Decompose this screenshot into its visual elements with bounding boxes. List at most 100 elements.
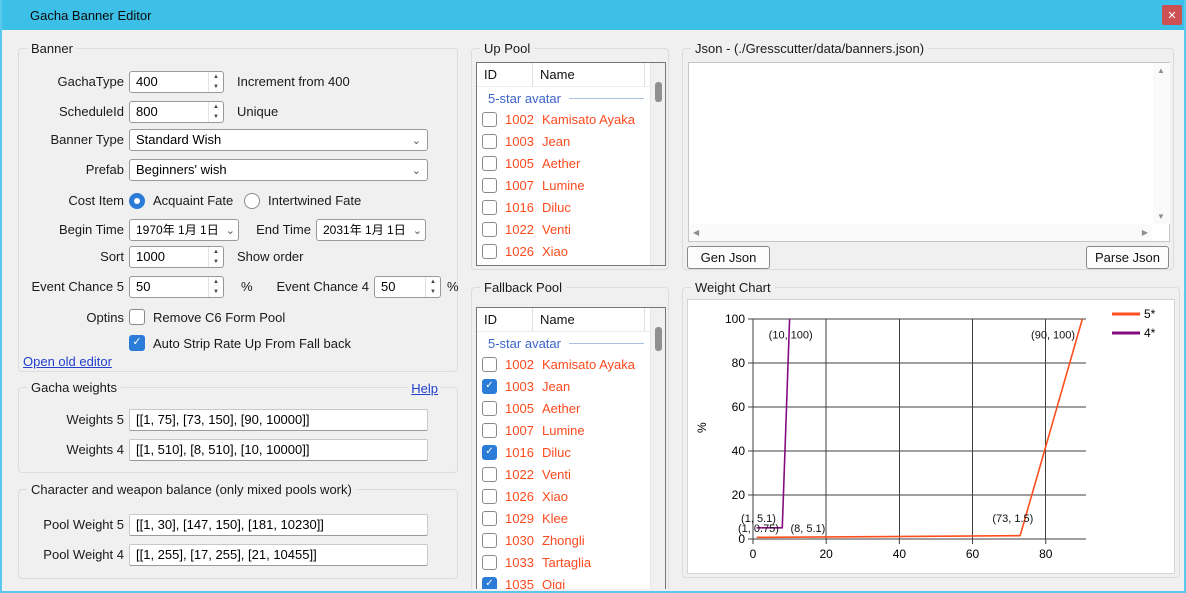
scheduleid-spinner[interactable]: 800 ▲▼ bbox=[129, 101, 224, 123]
weights5-input[interactable]: [[1, 75], [73, 150], [90, 10000]] bbox=[129, 409, 428, 431]
fallback-pool-list[interactable]: ID Name 5-star avatar 1002 Kamisato Ayak… bbox=[476, 307, 666, 589]
row-checkbox[interactable] bbox=[482, 489, 497, 504]
column-header-name[interactable]: Name bbox=[533, 63, 645, 86]
event-chance-4-spinner[interactable]: 50 ▲▼ bbox=[374, 276, 441, 298]
spin-up-icon[interactable]: ▲ bbox=[209, 247, 223, 257]
row-checkbox[interactable] bbox=[482, 156, 497, 171]
gachatype-spinner[interactable]: 400 ▲▼ bbox=[129, 71, 224, 93]
titlebar[interactable]: Gacha Banner Editor ✕ bbox=[0, 0, 1186, 30]
pool-weight5-label: Pool Weight 5 bbox=[19, 514, 124, 536]
optins-row-2: Auto Strip Rate Up From Fall back bbox=[19, 333, 457, 355]
pool-row[interactable]: 1003 Jean bbox=[477, 131, 650, 153]
begin-time-value: 1970年 1月 1日 bbox=[136, 220, 219, 240]
row-checkbox[interactable] bbox=[482, 134, 497, 149]
row-checkbox[interactable] bbox=[482, 244, 497, 259]
parse-json-button[interactable]: Parse Json bbox=[1086, 246, 1169, 269]
pool-weight5-input[interactable]: [[1, 30], [147, 150], [181, 10230]] bbox=[129, 514, 428, 536]
spin-down-icon[interactable]: ▼ bbox=[209, 112, 223, 122]
row-checkbox[interactable] bbox=[482, 467, 497, 482]
auto-strip-checkbox[interactable] bbox=[129, 335, 145, 351]
pool-row[interactable]: 1005 Aether bbox=[477, 153, 650, 175]
up-pool-scrollbar[interactable] bbox=[650, 63, 665, 265]
scrollbar-thumb[interactable] bbox=[655, 327, 662, 351]
pool-row[interactable]: 1002 Kamisato Ayaka bbox=[477, 354, 650, 376]
spin-down-icon[interactable]: ▼ bbox=[209, 257, 223, 267]
column-header-name[interactable]: Name bbox=[533, 308, 645, 331]
scroll-up-icon[interactable]: ▲ bbox=[1157, 66, 1165, 75]
pool-row[interactable]: 1016 Diluc bbox=[477, 197, 650, 219]
pool-row[interactable]: 1005 Aether bbox=[477, 398, 650, 420]
remove-c6-checkbox[interactable] bbox=[129, 309, 145, 325]
pool-row[interactable]: 1022 Venti bbox=[477, 219, 650, 241]
scroll-right-icon[interactable]: ▶ bbox=[1142, 228, 1148, 237]
row-name: Xiao bbox=[542, 486, 568, 508]
row-checkbox[interactable] bbox=[482, 357, 497, 372]
prefab-row: Prefab Beginners' wish ⌄ bbox=[19, 159, 457, 181]
row-checkbox[interactable] bbox=[482, 222, 497, 237]
pool-row[interactable]: 1022 Venti bbox=[477, 464, 650, 486]
weights4-input[interactable]: [[1, 510], [8, 510], [10, 10000]] bbox=[129, 439, 428, 461]
pool-row[interactable]: 1026 Xiao bbox=[477, 241, 650, 263]
column-header-id[interactable]: ID bbox=[477, 308, 533, 331]
row-checkbox[interactable] bbox=[482, 577, 497, 589]
spin-down-icon[interactable]: ▼ bbox=[209, 287, 223, 297]
sort-spinner[interactable]: 1000 ▲▼ bbox=[129, 246, 224, 268]
spin-up-icon[interactable]: ▲ bbox=[209, 102, 223, 112]
sort-spin-buttons[interactable]: ▲▼ bbox=[208, 247, 223, 267]
row-checkbox[interactable] bbox=[482, 178, 497, 193]
gachatype-spin-buttons[interactable]: ▲▼ bbox=[208, 72, 223, 92]
pool-row[interactable]: 1002 Kamisato Ayaka bbox=[477, 109, 650, 131]
banner-type-select[interactable]: Standard Wish ⌄ bbox=[129, 129, 428, 151]
row-checkbox[interactable] bbox=[482, 200, 497, 215]
row-checkbox[interactable] bbox=[482, 445, 497, 460]
scroll-down-icon[interactable]: ▼ bbox=[1157, 212, 1165, 221]
up-pool-list[interactable]: ID Name 5-star avatar 1002 Kamisato Ayak… bbox=[476, 62, 666, 266]
pool-row[interactable]: 1016 Diluc bbox=[477, 442, 650, 464]
banner-type-row: Banner Type Standard Wish ⌄ bbox=[19, 129, 457, 151]
scroll-left-icon[interactable]: ◀ bbox=[693, 228, 699, 237]
open-old-editor-link[interactable]: Open old editor bbox=[23, 354, 112, 369]
spin-down-icon[interactable]: ▼ bbox=[209, 82, 223, 92]
pool-row[interactable]: 1029 Klee bbox=[477, 508, 650, 530]
help-link[interactable]: Help bbox=[408, 381, 441, 396]
section-divider-line bbox=[569, 343, 644, 344]
gen-json-button[interactable]: Gen Json bbox=[687, 246, 770, 269]
row-checkbox[interactable] bbox=[482, 423, 497, 438]
row-checkbox[interactable] bbox=[482, 401, 497, 416]
row-checkbox[interactable] bbox=[482, 379, 497, 394]
prefab-select[interactable]: Beginners' wish ⌄ bbox=[129, 159, 428, 181]
row-checkbox[interactable] bbox=[482, 511, 497, 526]
pool-row[interactable]: 1003 Jean bbox=[477, 376, 650, 398]
intertwined-fate-radio[interactable] bbox=[244, 193, 260, 209]
pool-row[interactable]: 1035 Qiqi bbox=[477, 574, 650, 589]
acquaint-fate-radio[interactable] bbox=[129, 193, 145, 209]
row-checkbox[interactable] bbox=[482, 533, 497, 548]
pool-row[interactable]: 1007 Lumine bbox=[477, 420, 650, 442]
scrollbar-thumb[interactable] bbox=[655, 82, 662, 102]
spin-down-icon[interactable]: ▼ bbox=[426, 287, 440, 297]
spin-up-icon[interactable]: ▲ bbox=[209, 72, 223, 82]
column-header-id[interactable]: ID bbox=[477, 63, 533, 86]
spin-up-icon[interactable]: ▲ bbox=[426, 277, 440, 287]
event-chance-5-spinner[interactable]: 50 ▲▼ bbox=[129, 276, 224, 298]
pool-weight4-input[interactable]: [[1, 255], [17, 255], [21, 10455]] bbox=[129, 544, 428, 566]
close-button[interactable]: ✕ bbox=[1162, 5, 1182, 25]
row-checkbox[interactable] bbox=[482, 555, 497, 570]
spin-up-icon[interactable]: ▲ bbox=[209, 277, 223, 287]
pool-row[interactable]: 1033 Tartaglia bbox=[477, 552, 650, 574]
json-hscrollbar[interactable]: ◀ ▶ bbox=[689, 224, 1152, 241]
pool-row[interactable]: 1030 Zhongli bbox=[477, 530, 650, 552]
fallback-pool-scrollbar[interactable] bbox=[650, 308, 665, 589]
row-id: 1005 bbox=[505, 398, 534, 420]
row-checkbox[interactable] bbox=[482, 112, 497, 127]
event-chance-5-spin-buttons[interactable]: ▲▼ bbox=[208, 277, 223, 297]
scheduleid-spin-buttons[interactable]: ▲▼ bbox=[208, 102, 223, 122]
event-chance-4-spin-buttons[interactable]: ▲▼ bbox=[425, 277, 440, 297]
end-time-picker[interactable]: 2031年 1月 1日 ⌄ bbox=[316, 219, 426, 241]
time-row: Begin Time 1970年 1月 1日 ⌄ End Time 2031年 … bbox=[19, 219, 457, 241]
pool-row[interactable]: 1007 Lumine bbox=[477, 175, 650, 197]
json-textarea[interactable] bbox=[688, 62, 1170, 242]
pool-row[interactable]: 1026 Xiao bbox=[477, 486, 650, 508]
sort-hint: Show order bbox=[237, 246, 303, 268]
json-vscrollbar[interactable]: ▲ ▼ bbox=[1153, 63, 1170, 224]
